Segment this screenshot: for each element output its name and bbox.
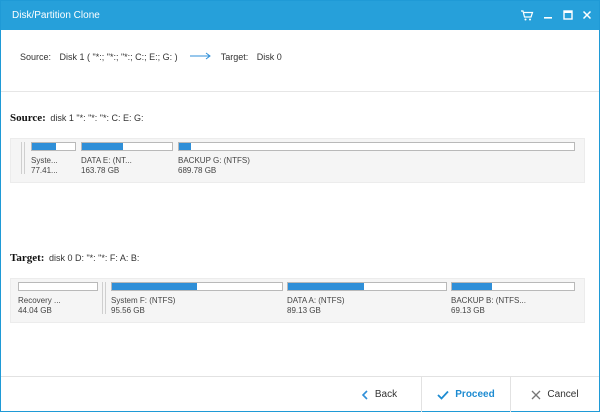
source-heading: Source: xyxy=(10,112,46,124)
arrow-right-icon xyxy=(190,52,212,62)
partition-name: BACKUP G: (NTFS) xyxy=(178,156,250,165)
usage-fill xyxy=(82,143,123,150)
target-partition-4[interactable]: BACKUP B: (NTFS... 69.13 GB xyxy=(451,282,575,315)
cart-icon[interactable] xyxy=(520,8,534,22)
usage-bar xyxy=(18,282,98,291)
usage-fill xyxy=(32,143,56,150)
usage-fill xyxy=(452,283,493,290)
clone-route: Source: Disk 1 ( "*:; "*:; "*:; C:; E:; … xyxy=(20,51,282,65)
back-label: Back xyxy=(374,389,398,400)
partition-name: DATA E: (NT... xyxy=(81,156,132,165)
clone-window: Disk/Partition Clone Source: Disk 1 ( "*… xyxy=(0,0,600,412)
target-disk-map: Recovery ... 44.04 GB System F: (NTFS) 9… xyxy=(10,278,585,323)
usage-bar xyxy=(81,142,173,151)
maximize-icon[interactable] xyxy=(561,8,575,22)
partition-size: 89.13 GB xyxy=(287,306,321,315)
partition-size: 69.13 GB xyxy=(451,306,485,315)
partition-size: 95.56 GB xyxy=(111,306,145,315)
source-disk-map: Syste... 77.41... DATA E: (NT... 163.78 … xyxy=(10,138,585,183)
partition-size: 77.41... xyxy=(31,166,58,175)
close-x-icon xyxy=(531,390,541,400)
route-target-label: Target: xyxy=(220,51,249,62)
target-heading: Target: xyxy=(10,252,45,264)
source-partition-2[interactable]: DATA E: (NT... 163.78 GB xyxy=(81,142,173,175)
partition-divider xyxy=(102,282,106,314)
usage-bar xyxy=(451,282,575,291)
usage-fill xyxy=(288,283,364,290)
usage-bar xyxy=(178,142,575,151)
checkmark-icon xyxy=(437,390,449,400)
partition-name: BACKUP B: (NTFS... xyxy=(451,296,526,305)
route-target-value: Disk 0 xyxy=(256,51,282,62)
source-disk-label: Source: disk 1 "*: "*: "*: C: E: G: xyxy=(10,112,144,124)
usage-fill xyxy=(179,143,191,150)
back-button[interactable]: Back xyxy=(337,377,421,412)
source-partition-1[interactable]: Syste... 77.41... xyxy=(31,142,76,175)
title-bar[interactable]: Disk/Partition Clone xyxy=(1,1,599,30)
partition-name: System F: (NTFS) xyxy=(111,296,176,305)
proceed-button[interactable]: Proceed xyxy=(421,377,511,412)
proceed-label: Proceed xyxy=(455,389,495,400)
target-partition-1[interactable]: Recovery ... 44.04 GB xyxy=(18,282,98,315)
window-title: Disk/Partition Clone xyxy=(12,10,100,21)
partition-name: Recovery ... xyxy=(18,296,61,305)
route-source-label: Source: xyxy=(20,51,52,62)
partition-size: 163.78 GB xyxy=(81,166,120,175)
source-partition-3[interactable]: BACKUP G: (NTFS) 689.78 GB xyxy=(178,142,575,175)
chevron-left-icon xyxy=(361,389,369,400)
minimize-icon[interactable] xyxy=(541,8,555,22)
target-description: disk 0 D: "*: "*: F: A: B: xyxy=(48,253,140,263)
partition-size: 44.04 GB xyxy=(18,306,52,315)
usage-fill xyxy=(112,283,197,290)
partition-name: Syste... xyxy=(31,156,58,165)
target-disk-label: Target: disk 0 D: "*: "*: F: A: B: xyxy=(10,252,139,264)
partition-size: 689.78 GB xyxy=(178,166,217,175)
divider xyxy=(1,91,599,92)
close-icon[interactable] xyxy=(580,8,594,22)
usage-bar xyxy=(31,142,76,151)
route-source-value: Disk 1 ( "*:; "*:; "*:; C:; E:; G: ) xyxy=(59,51,178,62)
usage-bar xyxy=(287,282,447,291)
usage-bar xyxy=(111,282,283,291)
cancel-button[interactable]: Cancel xyxy=(511,377,599,412)
target-partition-3[interactable]: DATA A: (NTFS) 89.13 GB xyxy=(287,282,447,315)
target-partition-2[interactable]: System F: (NTFS) 95.56 GB xyxy=(111,282,283,315)
source-description: disk 1 "*: "*: "*: C: E: G: xyxy=(50,113,144,123)
cancel-label: Cancel xyxy=(547,389,579,400)
partition-divider xyxy=(21,142,25,174)
partition-name: DATA A: (NTFS) xyxy=(287,296,345,305)
